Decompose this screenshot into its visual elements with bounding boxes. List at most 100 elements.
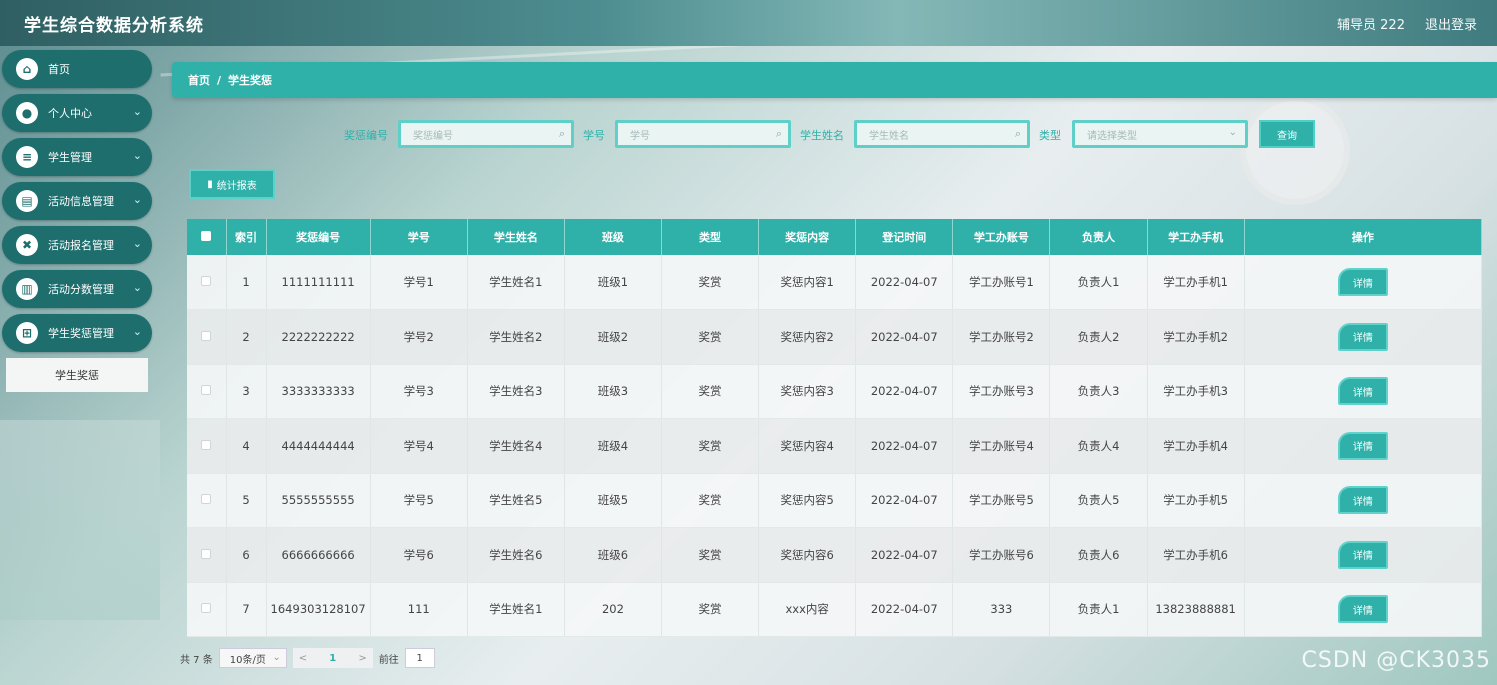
table-cell: 负责人1	[1049, 255, 1148, 310]
table-cell: 学工办手机5	[1147, 473, 1245, 528]
detail-button[interactable]: 详情	[1337, 540, 1388, 569]
row-checkbox[interactable]	[201, 276, 212, 286]
chevron-down-icon: ⌄	[132, 149, 142, 162]
logout-link[interactable]: 退出登录	[1425, 14, 1477, 33]
table-cell: 3333333333	[266, 364, 371, 419]
row-select-cell[interactable]	[187, 473, 227, 528]
table-row: 3 3333333333 学号3 学生姓名3 班级3 奖赏 奖惩内容3 2022-04-07 学…	[187, 364, 1483, 419]
type-select[interactable]: 请选择类型 ⌄	[1072, 120, 1248, 148]
submenu-item-reward-punishment[interactable]: 学生奖惩	[6, 358, 148, 392]
next-page-button[interactable]: >	[358, 653, 366, 664]
sidebar-item-student-management[interactable]: ≡ 学生管理 ⌄	[2, 138, 152, 176]
row-select-cell[interactable]	[187, 527, 227, 583]
column-header: 负责人	[1049, 219, 1148, 255]
table-cell: 6666666666	[266, 527, 371, 583]
detail-button[interactable]: 详情	[1337, 322, 1388, 351]
action-cell: 详情	[1244, 255, 1483, 310]
stats-report-button[interactable]: ▮ 统计报表	[189, 169, 275, 199]
table-cell: 2	[226, 309, 267, 365]
detail-button[interactable]: 详情	[1337, 486, 1388, 515]
table-cell: 奖惩内容4	[758, 418, 857, 474]
column-header: 学号	[370, 219, 468, 255]
input-placeholder: 学号	[630, 130, 650, 142]
table-cell: 学生姓名3	[467, 364, 565, 419]
detail-button[interactable]: 详情	[1337, 595, 1388, 624]
row-select-cell[interactable]	[187, 418, 227, 474]
table-cell: 学工办手机4	[1147, 418, 1245, 474]
detail-button[interactable]: 详情	[1337, 377, 1388, 406]
action-cell: 详情	[1244, 418, 1483, 474]
table-cell: 学号2	[370, 309, 468, 365]
table-cell: 2022-04-07	[855, 309, 954, 365]
sidebar-item-label: 活动信息管理	[48, 195, 114, 208]
table-cell: 奖赏	[661, 418, 760, 474]
page-size-select[interactable]: 10条/页 ⌄	[218, 648, 287, 668]
prev-page-button[interactable]: <	[299, 653, 307, 664]
row-checkbox[interactable]	[201, 385, 212, 396]
search-input-code[interactable]: 奖惩编号 ⌕	[398, 120, 574, 148]
row-select-cell[interactable]	[187, 582, 227, 637]
table-cell: 学生姓名6	[467, 527, 565, 583]
table-cell: 2022-04-07	[855, 473, 954, 528]
table-cell: 奖惩内容1	[758, 255, 857, 310]
query-button[interactable]: 查询	[1259, 120, 1315, 148]
column-header: 操作	[1244, 219, 1483, 255]
table-cell: 学工办手机3	[1147, 364, 1245, 419]
table-cell: 学号4	[370, 418, 468, 474]
list-icon: ≡	[16, 146, 38, 168]
select-all-checkbox[interactable]	[201, 230, 212, 241]
table-cell: 奖赏	[661, 309, 760, 365]
table-cell: 学生姓名1	[467, 582, 565, 637]
action-cell: 详情	[1244, 582, 1483, 637]
top-header: 学生综合数据分析系统 辅导员 222 退出登录	[0, 0, 1497, 46]
row-select-cell[interactable]	[187, 364, 227, 419]
breadcrumb-home[interactable]: 首页	[188, 72, 210, 88]
row-checkbox[interactable]	[201, 603, 212, 614]
sidebar-item-activity-score[interactable]: ▥ 活动分数管理 ⌄	[2, 270, 152, 308]
table-cell: 班级5	[564, 473, 663, 528]
table-header-row: 索引 奖惩编号 学号 学生姓名 班级 类型 奖惩内容 登记时间 学工办账号 负责…	[187, 219, 1483, 255]
table-cell: 负责人6	[1049, 527, 1148, 583]
table-cell: 奖赏	[661, 364, 760, 419]
sidebar-item-personal-center[interactable]: ● 个人中心 ⌄	[2, 94, 152, 132]
sidebar: ⌂ 首页 ● 个人中心 ⌄ ≡ 学生管理 ⌄ ▤ 活动信息管理 ⌄ ✖ 活动报名…	[0, 46, 156, 685]
search-input-student-id[interactable]: 学号 ⌕	[615, 120, 791, 148]
chevron-down-icon: ⌄	[132, 105, 142, 118]
goto-page-input[interactable]: 1	[404, 648, 435, 668]
table-cell: 学生姓名4	[467, 418, 565, 474]
table-cell: 学号3	[370, 364, 468, 419]
table-cell: xxx内容	[758, 582, 857, 637]
page-navigator: < 1 >	[292, 648, 373, 668]
sidebar-item-label: 学生奖惩管理	[48, 327, 114, 340]
sidebar-item-home[interactable]: ⌂ 首页	[2, 50, 152, 88]
total-count: 共 7 条	[180, 654, 213, 666]
row-select-cell[interactable]	[187, 309, 227, 365]
row-checkbox[interactable]	[201, 548, 212, 559]
chevron-down-icon: ⌄	[272, 652, 281, 663]
sidebar-item-activity-info[interactable]: ▤ 活动信息管理 ⌄	[2, 182, 152, 220]
table-cell: 2022-04-07	[855, 364, 954, 419]
input-placeholder: 学生姓名	[869, 130, 909, 142]
sidebar-item-activity-signup[interactable]: ✖ 活动报名管理 ⌄	[2, 226, 152, 264]
stats-report-label: 统计报表	[216, 180, 257, 192]
sidebar-item-label: 个人中心	[48, 107, 92, 120]
table-cell: 7	[226, 582, 267, 637]
table-cell: 1111111111	[266, 255, 371, 310]
row-select-cell[interactable]	[187, 255, 227, 310]
search-input-student-name[interactable]: 学生姓名 ⌕	[854, 120, 1030, 148]
row-checkbox[interactable]	[201, 330, 212, 341]
detail-button[interactable]: 详情	[1337, 268, 1388, 296]
table-cell: 奖赏	[661, 255, 760, 310]
detail-button[interactable]: 详情	[1337, 431, 1388, 460]
current-page[interactable]: 1	[329, 653, 336, 664]
row-checkbox[interactable]	[201, 494, 212, 505]
select-all-cell[interactable]	[187, 219, 227, 255]
column-header: 登记时间	[855, 219, 954, 255]
chart-icon: ▥	[16, 278, 38, 300]
table-cell: 奖赏	[661, 582, 760, 637]
sidebar-item-label: 活动报名管理	[48, 239, 114, 252]
row-checkbox[interactable]	[201, 439, 212, 450]
table-cell: 班级3	[564, 364, 663, 419]
sidebar-item-reward-punishment[interactable]: ⊞ 学生奖惩管理 ⌄	[2, 314, 152, 352]
table-cell: 111	[370, 582, 468, 637]
